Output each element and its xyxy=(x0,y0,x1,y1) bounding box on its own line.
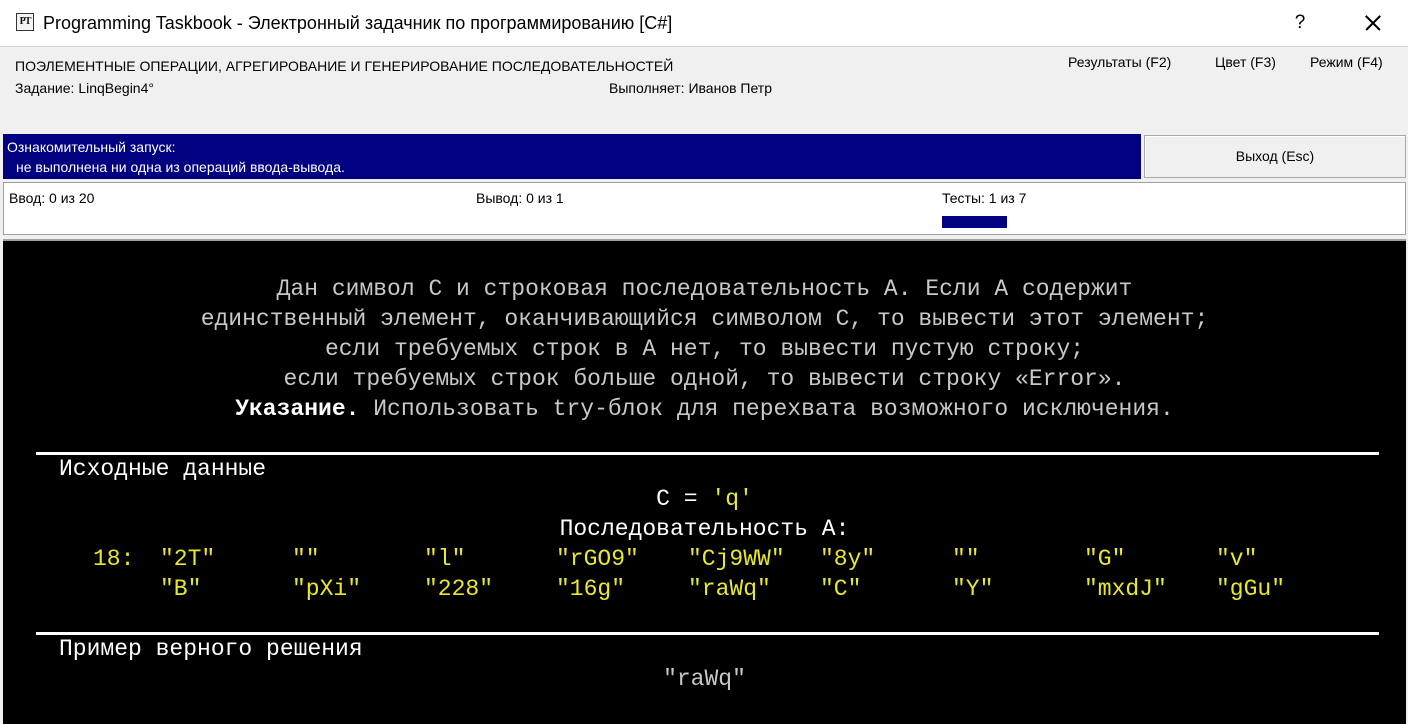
task-text-line-3: если требуемых строк в A нет, то вывести… xyxy=(324,336,1085,362)
tests-progress-bar xyxy=(942,216,1007,228)
color-menu[interactable]: Цвет (F3) xyxy=(1215,54,1276,70)
status-message: Ознакомительный запуск: не выполнена ни … xyxy=(3,134,1141,179)
sequence-element: "B" xyxy=(160,576,202,602)
sequence-element: "2T" xyxy=(160,546,216,572)
hint-label: Указание. xyxy=(235,396,360,422)
sequence-element: "rGO9" xyxy=(556,546,639,572)
app-window: PT Programming Taskbook - Электронный за… xyxy=(0,0,1408,724)
window-title: Programming Taskbook - Электронный задач… xyxy=(43,13,673,33)
progress-panel: Ввод: 0 из 20 Вывод: 0 из 1 Тесты: 1 из … xyxy=(3,182,1406,235)
input-counter: Ввод: 0 из 20 xyxy=(9,190,95,206)
sequence-element: "gGu" xyxy=(1216,576,1286,602)
sequence-count: 18: xyxy=(93,546,135,572)
sequence-element: "Y" xyxy=(952,576,994,602)
sequence-element: "G" xyxy=(1084,546,1126,572)
task-text-line-4: если требуемых строк больше одной, то вы… xyxy=(283,366,1126,392)
task-text-line-1: Дан символ C и строковая последовательно… xyxy=(276,276,1133,302)
topic-title: ПОЭЛЕМЕНТНЫЕ ОПЕРАЦИИ, АГРЕГИРОВАНИЕ И Г… xyxy=(15,58,674,74)
sequence-element: "pXi" xyxy=(292,576,362,602)
sequence-element: "" xyxy=(292,546,320,572)
task-name: Задание: LinqBegin4° xyxy=(15,80,154,96)
example-value: "raWq" xyxy=(663,666,746,692)
sequence-element: "228" xyxy=(424,576,494,602)
title-bar[interactable]: PT Programming Taskbook - Электронный за… xyxy=(0,0,1408,46)
example-heading: Пример верного решения xyxy=(59,636,363,662)
sequence-element: "mxdJ" xyxy=(1084,576,1167,602)
input-data-heading: Исходные данные xyxy=(59,456,267,482)
sequence-label: Последовательность A: xyxy=(559,516,850,542)
sequence-element: "16g" xyxy=(556,576,626,602)
sequence-element: "" xyxy=(952,546,980,572)
task-display: Дан символ C и строковая последовательно… xyxy=(3,239,1406,724)
results-menu[interactable]: Результаты (F2) xyxy=(1068,54,1171,70)
sequence-element: "Cj9WW" xyxy=(688,546,785,572)
output-counter: Вывод: 0 из 1 xyxy=(476,190,564,206)
task-text-line-2: единственный элемент, оканчивающийся сим… xyxy=(200,306,1209,332)
close-icon[interactable] xyxy=(1350,0,1396,46)
status-line-1: Ознакомительный запуск: xyxy=(7,139,176,155)
hint-text: Использовать try-блок для перехвата возм… xyxy=(359,396,1174,422)
student-name: Выполняет: Иванов Петр xyxy=(609,80,773,96)
help-button[interactable]: ? xyxy=(1277,0,1323,46)
char-c-line: C = 'q' xyxy=(3,484,1406,514)
task-hint: Указание. Использовать try-блок для пере… xyxy=(3,394,1406,424)
mode-menu[interactable]: Режим (F4) xyxy=(1310,54,1383,70)
char-c-value: 'q' xyxy=(711,486,753,512)
status-line-2: не выполнена ни одна из операций ввода-в… xyxy=(16,159,345,175)
sequence-element: "raWq" xyxy=(688,576,771,602)
app-icon: PT xyxy=(16,13,34,31)
header-panel: ПОЭЛЕМЕНТНЫЕ ОПЕРАЦИИ, АГРЕГИРОВАНИЕ И Г… xyxy=(0,46,1408,132)
tests-counter: Тесты: 1 из 7 xyxy=(942,190,1027,206)
char-c-label: C = xyxy=(656,486,712,512)
sequence-element: "C" xyxy=(820,576,862,602)
exit-button[interactable]: Выход (Esc) xyxy=(1144,135,1406,178)
sequence-element: "l" xyxy=(424,546,466,572)
sequence-element: "8y" xyxy=(820,546,876,572)
sequence-element: "v" xyxy=(1216,546,1258,572)
